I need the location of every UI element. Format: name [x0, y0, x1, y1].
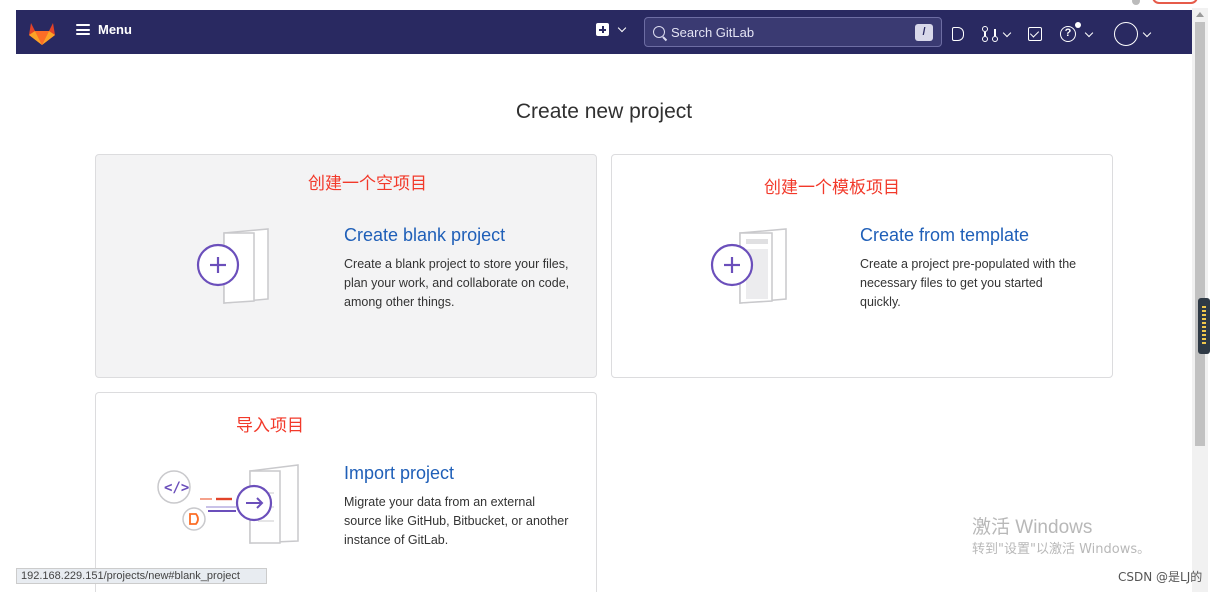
- annotation-import: 导入项目: [236, 416, 304, 436]
- search-box[interactable]: /: [644, 17, 942, 47]
- create-from-template-card[interactable]: 创建一个模板项目 Create from template Create a p…: [611, 154, 1113, 378]
- browser-dot: [1132, 0, 1140, 5]
- menu-button[interactable]: Menu: [76, 22, 132, 37]
- import-project-title[interactable]: Import project: [344, 463, 454, 484]
- plus-square-icon: [596, 23, 609, 36]
- create-blank-project-title[interactable]: Create blank project: [344, 225, 505, 246]
- search-icon: [653, 26, 665, 38]
- annotation-template: 创建一个模板项目: [764, 178, 900, 198]
- todos-button[interactable]: [1028, 27, 1042, 41]
- issues-icon: [952, 27, 964, 41]
- gitlab-logo[interactable]: [28, 20, 56, 46]
- import-project-description: Migrate your data from an external sourc…: [344, 495, 569, 547]
- template-project-illustration: [710, 228, 787, 304]
- issues-button[interactable]: [952, 27, 964, 41]
- chevron-down-icon: [1002, 28, 1012, 37]
- page: Menu / ?: [0, 0, 1224, 592]
- blank-project-illustration: [196, 228, 269, 304]
- windows-activation-title: 激活 Windows: [972, 517, 1093, 538]
- search-shortcut-key: /: [915, 24, 933, 41]
- chevron-down-icon: [1142, 28, 1152, 37]
- search-input[interactable]: [671, 24, 901, 40]
- browser-pill[interactable]: [1152, 0, 1198, 4]
- help-button[interactable]: ?: [1060, 22, 1094, 42]
- page-title: Create new project: [515, 100, 693, 123]
- hamburger-icon: [76, 24, 90, 35]
- import-project-illustration: </>: [157, 464, 299, 544]
- browser-strip: [0, 0, 1224, 8]
- scroll-up-arrow-icon[interactable]: [1196, 12, 1204, 17]
- create-blank-project-description: Create a blank project to store your fil…: [344, 257, 570, 309]
- merge-requests-button[interactable]: [982, 26, 1012, 42]
- windows-activation-subtitle: 转到"设置"以激活 Windows。: [972, 542, 1151, 557]
- nav-icon-group: ?: [952, 22, 1152, 46]
- status-bar-url: 192.168.229.151/projects/new#blank_proje…: [16, 568, 267, 584]
- menu-label: Menu: [98, 22, 132, 37]
- chevron-down-icon: [1084, 28, 1094, 37]
- annotation-blank: 创建一个空项目: [308, 174, 427, 194]
- merge-request-icon: [982, 26, 998, 42]
- import-project-card[interactable]: 导入项目 </> Import project Migrate your dat…: [95, 392, 597, 592]
- scrollbar-thumb[interactable]: [1195, 22, 1205, 446]
- csdn-watermark: CSDN @是LJ的: [1118, 570, 1203, 584]
- user-menu-button[interactable]: [1114, 22, 1152, 46]
- svg-text:</>: </>: [164, 480, 189, 496]
- side-drawer-handle[interactable]: [1198, 298, 1210, 354]
- avatar-icon: [1114, 22, 1138, 46]
- create-blank-project-card[interactable]: 创建一个空项目 Create blank project Create a bl…: [95, 154, 597, 378]
- create-from-template-title[interactable]: Create from template: [860, 225, 1029, 246]
- new-dropdown-button[interactable]: [596, 23, 627, 36]
- todo-icon: [1028, 27, 1042, 41]
- help-icon: ?: [1060, 22, 1081, 42]
- chevron-down-icon: [617, 23, 627, 33]
- top-navbar: Menu / ?: [16, 10, 1192, 54]
- create-from-template-description: Create a project pre-populated with the …: [860, 257, 1077, 309]
